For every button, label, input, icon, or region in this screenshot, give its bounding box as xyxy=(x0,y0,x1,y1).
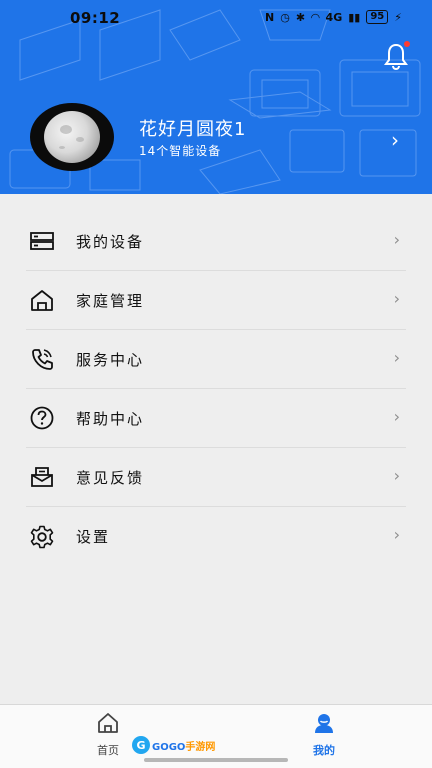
signal-icon: ▮▮ xyxy=(348,10,361,24)
menu-label: 服务中心 xyxy=(76,350,145,369)
user-icon xyxy=(315,714,333,733)
menu-item-service-center[interactable]: 服务中心 › xyxy=(26,330,406,389)
notification-button[interactable] xyxy=(380,40,412,72)
battery-icon: 95 xyxy=(366,10,389,24)
menu-item-help-center[interactable]: 帮助中心 › xyxy=(26,389,406,448)
menu-item-home-management[interactable]: 家庭管理 › xyxy=(26,271,406,330)
status-time: 09:12 xyxy=(70,9,121,27)
chevron-right-icon: › xyxy=(393,525,400,544)
menu-label: 设置 xyxy=(76,528,111,546)
chevron-right-icon: › xyxy=(393,230,400,249)
chevron-right-icon: › xyxy=(393,407,400,426)
menu-item-settings[interactable]: 设置 › xyxy=(26,507,406,566)
house-icon xyxy=(26,284,58,316)
chevron-right-icon: › xyxy=(393,289,400,308)
bluetooth-icon: ✱ xyxy=(295,10,306,24)
alarm-icon: ◷ xyxy=(280,10,290,24)
status-bar: 09:12 N ◷ ✱ ◠ 4G ▮▮ 95 ⚡ xyxy=(0,0,432,36)
watermark-logo: G GOGO手游网 xyxy=(132,734,224,756)
profile-header: 09:12 N ◷ ✱ ◠ 4G ▮▮ 95 ⚡ 花好月圆夜1 14个智能设备 … xyxy=(0,0,432,194)
wifi-icon: ◠ xyxy=(311,10,320,24)
tab-home-label: 首页 xyxy=(97,744,119,757)
signal-text: 4G xyxy=(325,10,343,24)
status-icons: N ◷ ✱ ◠ 4G ▮▮ 95 ⚡ xyxy=(265,10,402,24)
moon-image xyxy=(44,111,100,163)
profile-chevron-right-icon[interactable]: › xyxy=(391,128,399,152)
menu-item-feedback[interactable]: 意见反馈 › xyxy=(26,448,406,507)
menu-item-my-devices[interactable]: 我的设备 › xyxy=(26,212,406,271)
menu-label: 意见反馈 xyxy=(76,468,145,487)
menu-label: 家庭管理 xyxy=(76,291,145,310)
watermark-text: GOGO手游网 xyxy=(152,741,216,753)
tab-home[interactable]: 首页 xyxy=(78,711,138,758)
menu-label: 我的设备 xyxy=(76,232,145,251)
watermark-circle-icon: G xyxy=(132,736,150,754)
server-icon xyxy=(26,225,58,257)
user-name[interactable]: 花好月圆夜1 xyxy=(139,115,246,141)
chevron-right-icon: › xyxy=(393,466,400,485)
help-icon xyxy=(26,402,58,434)
home-indicator xyxy=(144,758,288,762)
chevron-right-icon: › xyxy=(393,348,400,367)
menu-list: 我的设备 › 家庭管理 › 服务中心 › 帮助中心 › 意见反馈 › 设置 › xyxy=(0,194,432,566)
charging-icon: ⚡ xyxy=(394,10,402,24)
phone-icon xyxy=(26,343,58,375)
home-icon xyxy=(98,713,118,733)
avatar[interactable] xyxy=(30,103,114,171)
tab-me-label: 我的 xyxy=(313,744,335,757)
menu-label: 帮助中心 xyxy=(76,409,145,428)
notification-dot xyxy=(404,41,410,47)
nfc-icon: N xyxy=(265,10,275,24)
gear-icon xyxy=(26,521,58,553)
tab-me[interactable]: 我的 xyxy=(294,711,354,758)
device-count: 14个智能设备 xyxy=(139,144,222,158)
mail-icon xyxy=(26,461,58,493)
